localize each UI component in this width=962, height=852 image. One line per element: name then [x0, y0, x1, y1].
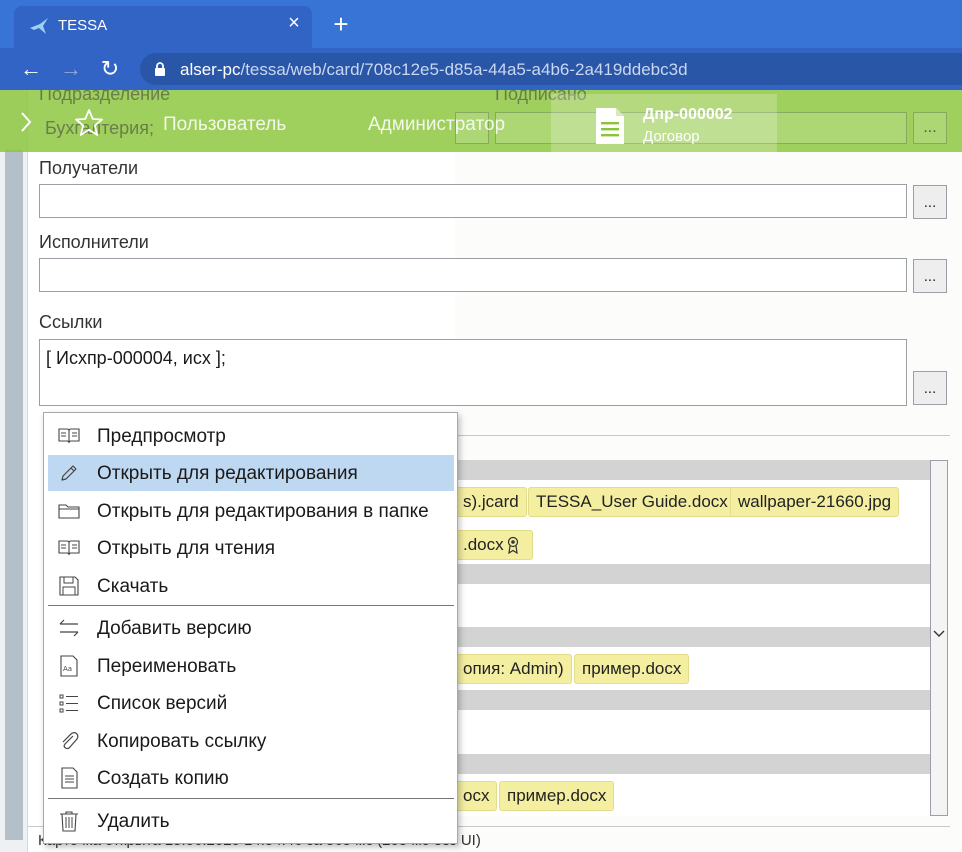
url-host: alser-pc: [180, 60, 241, 79]
tab-title: TESSA: [58, 17, 108, 34]
section-divider: [455, 435, 950, 436]
trash-icon: [60, 811, 78, 832]
card-type: Договор: [643, 128, 700, 145]
chevron-right-icon[interactable]: [18, 110, 34, 134]
menu-item-add-version[interactable]: Добавить версию: [48, 610, 454, 646]
star-icon[interactable]: [74, 108, 104, 138]
swap-arrows-icon: [59, 619, 79, 637]
menu-item-preview[interactable]: Предпросмотр: [48, 418, 454, 454]
file-group-header[interactable]: [458, 460, 930, 480]
browser-tab[interactable]: TESSA ×: [14, 6, 312, 48]
links-label: Ссылки: [39, 312, 103, 332]
recipients-label: Получатели: [39, 158, 139, 178]
executors-field[interactable]: [39, 258, 907, 292]
document-icon: [596, 108, 624, 144]
menu-item-rename[interactable]: Aa Переименовать: [48, 648, 454, 684]
ghost-department-label: Подразделение: [39, 90, 171, 104]
list-icon: [59, 694, 78, 713]
menu-item-copy-link[interactable]: Копировать ссылку: [48, 723, 454, 759]
links-select-button[interactable]: ...: [913, 371, 947, 405]
links-field[interactable]: [ Исхпр-000004, исх ];: [39, 339, 907, 406]
new-tab-plus-icon[interactable]: +: [328, 11, 354, 37]
files-list: s).jcard TESSA_User Guide.docx wallpaper…: [456, 460, 930, 816]
admin-tab[interactable]: Администратор: [368, 114, 505, 136]
forward-arrow-icon[interactable]: →: [58, 56, 84, 82]
browser-tab-strip: TESSA × +: [0, 0, 962, 48]
file-chip[interactable]: ocx: [456, 781, 498, 811]
ghost-dots-button: ...: [913, 112, 947, 144]
menu-item-create-copy[interactable]: Создать копию: [48, 760, 454, 796]
file-chip[interactable]: .docx: [456, 530, 533, 560]
paperclip-icon: [62, 732, 79, 750]
file-context-menu: Предпросмотр Открыть для редактирования …: [43, 412, 458, 844]
file-chip[interactable]: пример.docx: [499, 781, 615, 811]
floppy-disk-icon: [59, 576, 79, 596]
menu-item-open-read[interactable]: Открыть для чтения: [48, 530, 454, 566]
user-tab[interactable]: Пользователь: [163, 114, 286, 136]
url-text: alser-pc/tessa/web/card/708c12e5-d85a-44…: [180, 60, 688, 80]
menu-separator: [48, 798, 454, 799]
menu-separator: [48, 605, 454, 606]
file-group-header[interactable]: [458, 754, 930, 774]
file-group-header[interactable]: [458, 564, 930, 584]
folder-icon: [58, 504, 80, 519]
menu-item-version-list[interactable]: Список версий: [48, 685, 454, 721]
open-card-tab[interactable]: Дпр-000002 Договор: [551, 94, 777, 152]
book-open-icon: [58, 540, 80, 556]
card-number: Дпр-000002: [643, 106, 733, 123]
book-open-icon: [58, 428, 80, 444]
executors-select-button[interactable]: ...: [913, 259, 947, 293]
menu-item-delete[interactable]: Удалить: [48, 803, 454, 839]
file-chip[interactable]: TESSA_User Guide.docx: [528, 487, 736, 517]
file-chip[interactable]: wallpaper-21660.jpg: [730, 487, 900, 517]
executors-label: Исполнители: [39, 232, 149, 252]
recipients-field[interactable]: [39, 184, 907, 218]
url-path: /tessa/web/card/708c12e5-d85a-44a5-a4b6-…: [240, 60, 688, 79]
rename-icon: Aa: [60, 655, 78, 677]
tessa-bird-icon: [30, 18, 48, 34]
tab-close-icon[interactable]: ×: [284, 13, 304, 33]
lock-icon: [155, 62, 165, 76]
document-copy-icon: [61, 767, 78, 789]
chevron-down-icon[interactable]: [933, 629, 945, 639]
svg-text:Aa: Aa: [63, 665, 72, 673]
file-group-header[interactable]: [458, 690, 930, 710]
menu-item-open-edit[interactable]: Открыть для редактирования: [48, 455, 454, 491]
browser-toolbar: ← → ↻ alser-pc/tessa/web/card/708c12e5-d…: [0, 48, 962, 90]
file-chip[interactable]: пример.docx: [574, 654, 690, 684]
signature-badge-icon: [507, 536, 519, 554]
app-top-bar: Подразделение Бухгалтерия; Подписано ...…: [0, 90, 962, 152]
reload-icon[interactable]: ↻: [97, 56, 123, 82]
back-arrow-icon[interactable]: ←: [18, 56, 44, 82]
recipients-select-button[interactable]: ...: [913, 185, 947, 219]
pencil-icon: [61, 465, 77, 481]
file-chip[interactable]: s).jcard: [456, 487, 527, 517]
file-chip[interactable]: опия: Admin): [456, 654, 572, 684]
menu-item-download[interactable]: Скачать: [48, 568, 454, 604]
menu-item-open-edit-folder[interactable]: Открыть для редактирования в папке: [48, 493, 454, 529]
address-bar[interactable]: alser-pc/tessa/web/card/708c12e5-d85a-44…: [140, 53, 962, 85]
links-value[interactable]: [ Исхпр-000004, исх ];: [46, 348, 226, 369]
left-sidebar-shade: [5, 150, 23, 840]
file-chip-label: .docx: [463, 535, 504, 554]
file-group-header[interactable]: [458, 627, 930, 647]
files-scrollbar[interactable]: [930, 460, 948, 816]
